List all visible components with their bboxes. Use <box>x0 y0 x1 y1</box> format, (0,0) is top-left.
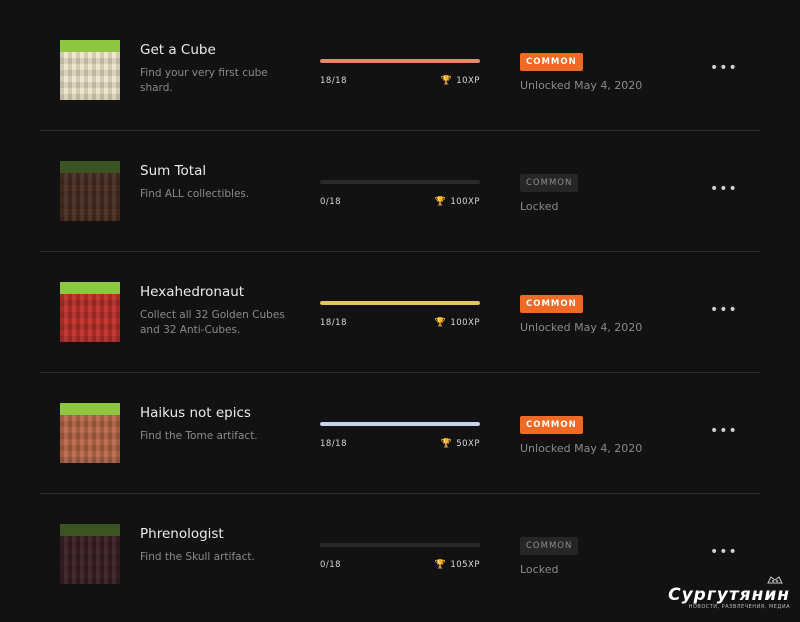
achievement-title: Hexahedronaut <box>140 284 245 300</box>
more-options-icon[interactable]: ••• <box>710 423 737 439</box>
progress-count: 18/18 <box>320 439 347 449</box>
achievement-title: Haikus not epics <box>140 405 251 421</box>
unlock-status: Locked <box>520 563 559 576</box>
xp-reward: 🏆 100XP <box>432 197 480 207</box>
achievement-row: Get a Cube Find your very first cube sha… <box>40 10 760 131</box>
xp-value: 10XP <box>456 76 480 86</box>
xp-reward: 🏆 100XP <box>432 318 480 328</box>
more-options-icon[interactable]: ••• <box>710 544 737 560</box>
trophy-icon: 🏆 <box>440 439 453 449</box>
progress-bar <box>320 301 480 305</box>
unlock-status: Unlocked May 4, 2020 <box>520 442 643 455</box>
achievement-description: Collect all 32 Golden Cubes and 32 Anti-… <box>140 309 285 336</box>
more-options-icon[interactable]: ••• <box>710 60 737 76</box>
progress-bar <box>320 543 480 547</box>
achievement-icon <box>60 282 120 342</box>
xp-reward: 🏆 50XP <box>432 439 480 449</box>
achievement-title: Get a Cube <box>140 42 216 58</box>
achievement-description: Find your very first cube shard. <box>140 67 268 94</box>
progress-count: 0/18 <box>320 560 342 570</box>
achievement-icon <box>60 40 120 100</box>
progress-count: 0/18 <box>320 197 342 207</box>
progress-bar <box>320 180 480 184</box>
watermark: Сургутянин НОВОСТИ, РАЗВЛЕЧЕНИЯ, МЕДИА <box>668 576 790 610</box>
unlock-status: Unlocked May 4, 2020 <box>520 79 643 92</box>
achievement-description: Find the Tome artifact. <box>140 430 258 442</box>
trophy-icon: 🏆 <box>440 76 453 86</box>
achievement-row: Sum Total Find ALL collectibles. 0/18 🏆 1… <box>40 131 760 252</box>
xp-reward: 🏆 105XP <box>432 560 480 570</box>
rarity-badge: COMMON <box>520 295 583 313</box>
progress-count: 18/18 <box>320 76 347 86</box>
xp-value: 50XP <box>456 439 480 449</box>
achievement-title: Sum Total <box>140 163 207 179</box>
rarity-badge: COMMON <box>520 537 579 555</box>
xp-reward: 🏆 10XP <box>432 76 480 86</box>
achievement-description: Find ALL collectibles. <box>140 188 250 200</box>
progress-bar <box>320 422 480 426</box>
progress-bar-fill <box>320 301 480 305</box>
unlock-status: Locked <box>520 200 559 213</box>
more-options-icon[interactable]: ••• <box>710 302 737 318</box>
rarity-badge: COMMON <box>520 53 583 71</box>
progress-bar-fill <box>320 59 480 63</box>
trophy-icon: 🏆 <box>434 318 447 328</box>
achievement-icon <box>60 161 120 221</box>
achievement-row: Haikus not epics Find the Tome artifact.… <box>40 373 760 494</box>
xp-value: 105XP <box>450 560 480 570</box>
achievement-title: Phrenologist <box>140 526 224 542</box>
progress-bar-fill <box>320 422 480 426</box>
achievement-row: Hexahedronaut Collect all 32 Golden Cube… <box>40 252 760 373</box>
more-options-icon[interactable]: ••• <box>710 181 737 197</box>
xp-value: 100XP <box>450 318 480 328</box>
achievement-row: Phrenologist Find the Skull artifact. 0/… <box>40 494 760 614</box>
unlock-status: Unlocked May 4, 2020 <box>520 321 643 334</box>
achievement-icon <box>60 403 120 463</box>
achievement-icon <box>60 524 120 584</box>
achievement-description: Find the Skull artifact. <box>140 551 255 563</box>
progress-count: 18/18 <box>320 318 347 328</box>
progress-bar <box>320 59 480 63</box>
trophy-icon: 🏆 <box>434 560 447 570</box>
xp-value: 100XP <box>450 197 480 207</box>
trophy-icon: 🏆 <box>434 197 447 207</box>
rarity-badge: COMMON <box>520 174 579 192</box>
rarity-badge: COMMON <box>520 416 583 434</box>
achievements-list: Get a Cube Find your very first cube sha… <box>40 10 760 614</box>
raccoon-logo-icon <box>767 576 783 584</box>
watermark-name: Сургутянин <box>668 585 790 605</box>
